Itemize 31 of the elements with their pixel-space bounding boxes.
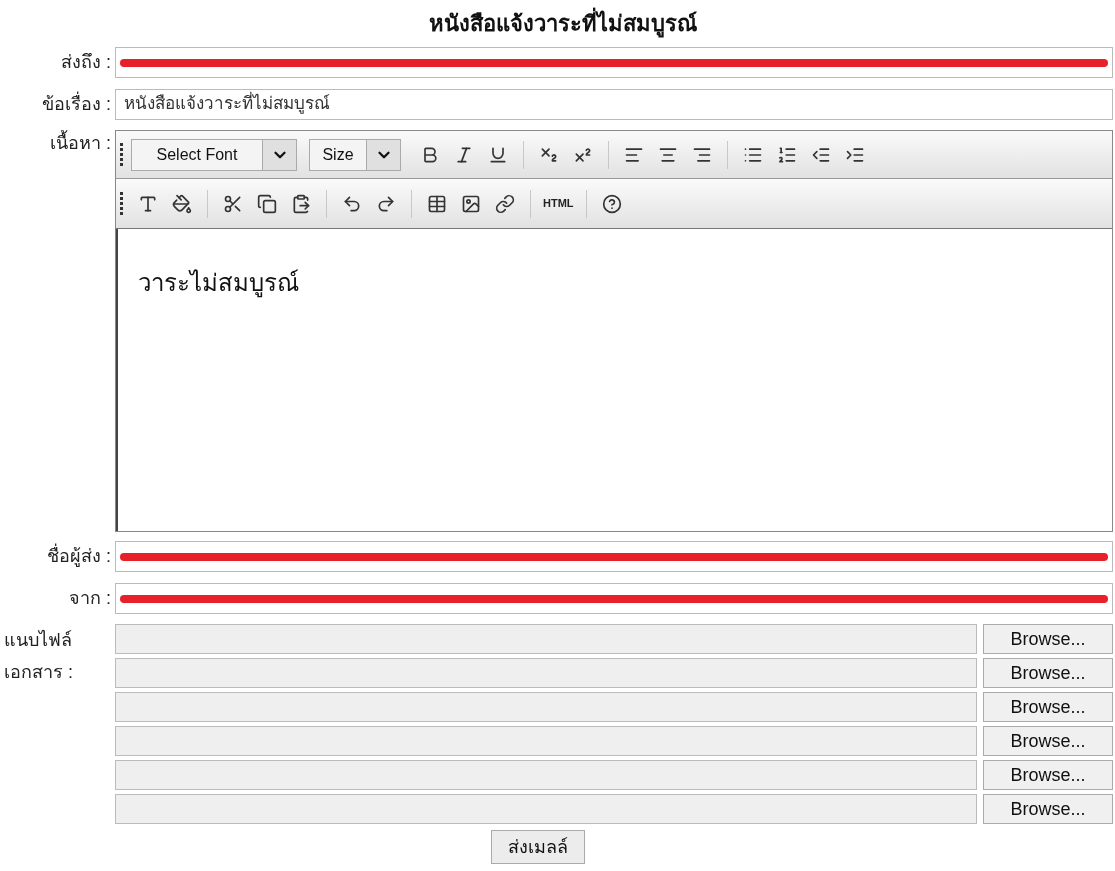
toolbar-grip-icon bbox=[120, 192, 123, 215]
html-button[interactable]: HTML bbox=[539, 195, 578, 212]
field-label: ส่งถึง : bbox=[60, 50, 112, 74]
browse-button[interactable]: Browse... bbox=[983, 692, 1113, 722]
field-label: แนบไฟล์ bbox=[3, 629, 73, 652]
file-path-field[interactable] bbox=[115, 726, 977, 756]
field-label: จาก : bbox=[68, 586, 112, 610]
browse-button[interactable]: Browse... bbox=[983, 760, 1113, 790]
file-path-field[interactable] bbox=[115, 794, 977, 824]
toolbar-grip-icon bbox=[120, 143, 123, 166]
file-path-field[interactable] bbox=[115, 760, 977, 790]
field-label: เนื้อหา : bbox=[0, 130, 115, 532]
browse-button[interactable]: Browse... bbox=[983, 794, 1113, 824]
dropdown[interactable]: Size bbox=[309, 138, 401, 171]
file-path-field[interactable] bbox=[115, 624, 977, 654]
input-field[interactable] bbox=[115, 582, 1113, 614]
field-label: ชื่อผู้ส่ง : bbox=[46, 542, 112, 569]
input-field[interactable] bbox=[115, 540, 1113, 572]
browse-button[interactable]: Browse... bbox=[983, 726, 1113, 756]
input-field[interactable] bbox=[115, 46, 1113, 78]
dropdown[interactable]: Select Font bbox=[131, 138, 297, 171]
field-label: เอกสาร : bbox=[3, 661, 74, 684]
file-path-field[interactable] bbox=[115, 692, 977, 722]
input-field[interactable]: หนังสือแจ้งวาระที่ไม่สมบูรณ์ bbox=[115, 88, 1113, 120]
page-title: หนังสือแจ้งวาระที่ไม่สมบูรณ์ bbox=[428, 6, 697, 40]
body-text: วาระไม่สมบูรณ์ bbox=[138, 269, 299, 296]
file-path-field[interactable] bbox=[115, 658, 977, 688]
send-button[interactable]: ส่งเมลล์ bbox=[490, 830, 585, 864]
browse-button[interactable]: Browse... bbox=[983, 624, 1113, 654]
browse-button[interactable]: Browse... bbox=[983, 658, 1113, 688]
field-label: ข้อเรื่อง : bbox=[41, 90, 112, 116]
